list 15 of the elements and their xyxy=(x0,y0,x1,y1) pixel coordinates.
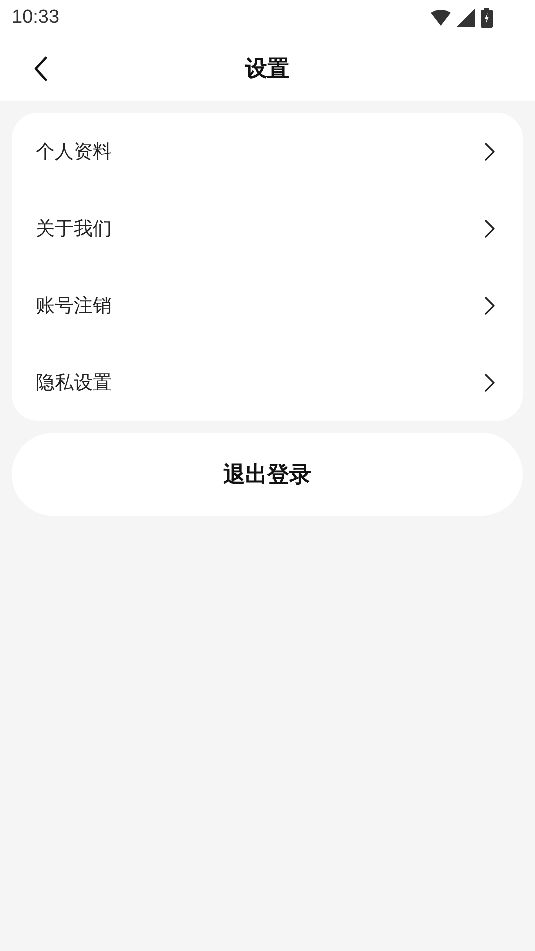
settings-item[interactable]: 个人资料 xyxy=(12,113,523,190)
page-title: 设置 xyxy=(246,56,290,84)
wifi-icon xyxy=(431,10,451,26)
back-icon[interactable] xyxy=(34,56,48,82)
battery-icon xyxy=(481,8,493,28)
settings-item[interactable]: 隐私设置 xyxy=(12,344,523,421)
chevron-right-icon xyxy=(485,374,495,392)
chevron-right-icon xyxy=(485,296,495,314)
chevron-right-icon xyxy=(485,220,495,238)
chevron-right-icon xyxy=(485,142,495,160)
settings-item[interactable]: 关于我们 xyxy=(12,190,523,267)
logout-button[interactable]: 退出登录 xyxy=(12,433,523,516)
signal-icon xyxy=(457,9,475,27)
settings-item[interactable]: 账号注销 xyxy=(12,267,523,344)
status-time: 10:33 xyxy=(12,7,60,29)
